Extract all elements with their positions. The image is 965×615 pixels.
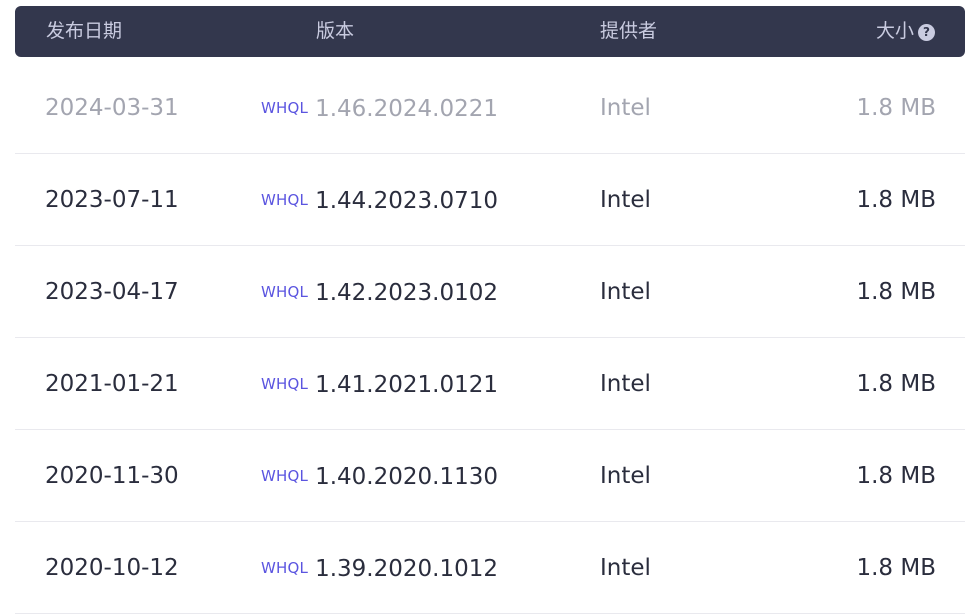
- file-size: 1.8 MB: [856, 279, 936, 305]
- version-cell: WHQL 1.46.2024.0221: [261, 62, 498, 155]
- file-size: 1.8 MB: [856, 187, 936, 213]
- file-size: 1.8 MB: [856, 371, 936, 397]
- table-row[interactable]: 2020-10-12 WHQL 1.39.2020.1012 Intel 1.8 …: [15, 522, 965, 614]
- whql-badge: WHQL: [261, 559, 309, 577]
- whql-badge: WHQL: [261, 375, 309, 393]
- version-cell: WHQL 1.41.2021.0121: [261, 338, 498, 431]
- column-header-size-label: 大小: [875, 20, 914, 42]
- version-cell: WHQL 1.42.2023.0102: [261, 246, 498, 339]
- table-row[interactable]: 2020-11-30 WHQL 1.40.2020.1130 Intel 1.8 …: [15, 430, 965, 522]
- whql-badge: WHQL: [261, 99, 309, 117]
- release-date: 2023-04-17: [45, 279, 179, 305]
- version-number: 1.41.2021.0121: [315, 372, 498, 398]
- column-header-provider[interactable]: 提供者: [600, 6, 657, 57]
- column-header-size[interactable]: 大小?: [876, 6, 935, 57]
- table-row[interactable]: 2023-04-17 WHQL 1.42.2023.0102 Intel 1.8 …: [15, 246, 965, 338]
- table-row[interactable]: 2024-03-31 WHQL 1.46.2024.0221 Intel 1.8 …: [15, 62, 965, 154]
- provider: Intel: [600, 371, 651, 397]
- version-number: 1.42.2023.0102: [315, 280, 498, 306]
- column-header-version[interactable]: 版本: [316, 6, 354, 57]
- release-date: 2021-01-21: [45, 371, 179, 397]
- whql-badge: WHQL: [261, 283, 309, 301]
- table-header: 发布日期 版本 提供者 大小?: [15, 6, 965, 57]
- version-number: 1.44.2023.0710: [315, 188, 498, 214]
- version-cell: WHQL 1.39.2020.1012: [261, 522, 498, 615]
- file-size: 1.8 MB: [856, 95, 936, 121]
- table-row[interactable]: 2021-01-21 WHQL 1.41.2021.0121 Intel 1.8 …: [15, 338, 965, 430]
- provider: Intel: [600, 279, 651, 305]
- driver-versions-table: 发布日期 版本 提供者 大小? 2024-03-31 WHQL 1.46.2024…: [15, 6, 965, 614]
- column-header-date[interactable]: 发布日期: [46, 6, 122, 57]
- provider: Intel: [600, 555, 651, 581]
- version-cell: WHQL 1.44.2023.0710: [261, 154, 498, 247]
- version-number: 1.46.2024.0221: [315, 96, 498, 122]
- release-date: 2024-03-31: [45, 95, 179, 121]
- release-date: 2023-07-11: [45, 187, 179, 213]
- version-number: 1.39.2020.1012: [315, 556, 498, 582]
- provider: Intel: [600, 95, 651, 121]
- whql-badge: WHQL: [261, 467, 309, 485]
- release-date: 2020-10-12: [45, 555, 179, 581]
- help-icon[interactable]: ?: [918, 24, 935, 41]
- version-cell: WHQL 1.40.2020.1130: [261, 430, 498, 523]
- whql-badge: WHQL: [261, 191, 309, 209]
- table-row[interactable]: 2023-07-11 WHQL 1.44.2023.0710 Intel 1.8 …: [15, 154, 965, 246]
- version-number: 1.40.2020.1130: [315, 464, 498, 490]
- file-size: 1.8 MB: [856, 555, 936, 581]
- provider: Intel: [600, 187, 651, 213]
- file-size: 1.8 MB: [856, 463, 936, 489]
- release-date: 2020-11-30: [45, 463, 179, 489]
- provider: Intel: [600, 463, 651, 489]
- table-body: 2024-03-31 WHQL 1.46.2024.0221 Intel 1.8 …: [15, 62, 965, 614]
